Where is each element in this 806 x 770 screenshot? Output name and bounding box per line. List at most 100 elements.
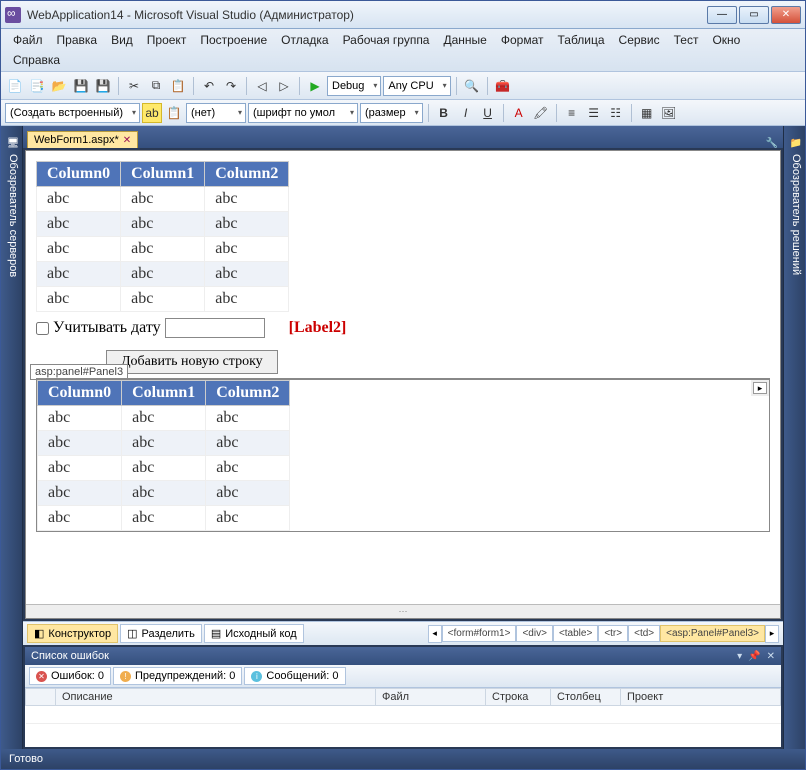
ordered-list-icon[interactable]: ☰ [584, 103, 604, 123]
left-side-tabs: 🖥Обозреватель серверов 🧰Панель элементов [1, 126, 23, 749]
close-tab-icon[interactable]: ✕ [123, 135, 131, 146]
bg-color-icon[interactable]: 🖍 [531, 103, 551, 123]
menu-table[interactable]: Таблица [551, 31, 610, 49]
rule-combo[interactable]: (нет) [186, 103, 246, 123]
gridview-1[interactable]: Column0 Column1 Column2 abcabcabc abcabc… [36, 161, 289, 312]
nav-back-icon[interactable]: ◁ [252, 76, 272, 96]
highlight-icon[interactable]: ab [142, 103, 162, 123]
menu-format[interactable]: Формат [495, 31, 550, 49]
dropdown-icon[interactable]: ▾ [737, 651, 742, 662]
font-combo[interactable]: (шрифт по умол [248, 103, 358, 123]
menu-test[interactable]: Тест [668, 31, 705, 49]
menu-help[interactable]: Справка [7, 51, 66, 69]
font-size-combo[interactable]: (размер [360, 103, 423, 123]
warnings-tab[interactable]: !Предупреждений: 0 [113, 667, 242, 685]
menu-tools[interactable]: Сервис [613, 31, 666, 49]
start-debug-icon[interactable]: ▶ [305, 76, 325, 96]
solution-explorer-tab[interactable]: 📁Обозреватель решений [789, 132, 803, 743]
insert-image-icon[interactable]: 🖼 [659, 103, 679, 123]
designer-surface: Column0 Column1 Column2 abcabcabc abcabc… [25, 150, 781, 619]
pin-icon[interactable]: 📌 [748, 651, 760, 662]
col-line[interactable]: Строка [486, 689, 551, 706]
insert-table-icon[interactable]: ▦ [637, 103, 657, 123]
undo-icon[interactable]: ↶ [199, 76, 219, 96]
info-icon: i [251, 671, 262, 682]
minimize-button[interactable]: — [707, 6, 737, 24]
table-row: abcabcabc [38, 506, 290, 531]
breadcrumb-prev-icon[interactable]: ◂ [428, 625, 442, 643]
gridview-2[interactable]: Column0 Column1 Column2 abcabcabc abcabc… [37, 380, 290, 531]
menu-build[interactable]: Построение [194, 31, 273, 49]
messages-tab[interactable]: iСообщений: 0 [244, 667, 345, 685]
bold-icon[interactable]: B [434, 103, 454, 123]
col-file[interactable]: Файл [376, 689, 486, 706]
statusbar: Готово [1, 749, 805, 769]
server-explorer-tab[interactable]: 🖥Обозреватель серверов [6, 132, 20, 743]
col-project[interactable]: Проект [621, 689, 781, 706]
consider-date-checkbox[interactable] [36, 322, 49, 335]
unordered-list-icon[interactable]: ☷ [606, 103, 626, 123]
menu-edit[interactable]: Правка [51, 31, 104, 49]
add-row-button[interactable]: Добавить новую строку [106, 350, 278, 374]
horizontal-scrollbar[interactable]: ⋯ [26, 604, 780, 618]
warning-icon: ! [120, 671, 131, 682]
css-class-icon[interactable]: 📋 [164, 103, 184, 123]
paste-icon[interactable]: 📋 [168, 76, 188, 96]
add-item-icon[interactable]: 📑 [27, 76, 47, 96]
new-project-icon[interactable]: 📄 [5, 76, 25, 96]
redo-icon[interactable]: ↷ [221, 76, 241, 96]
table-row: abcabcabc [37, 187, 289, 212]
breadcrumb-form[interactable]: <form#form1> [442, 625, 517, 642]
breadcrumb-tr[interactable]: <tr> [598, 625, 628, 642]
open-file-icon[interactable]: 📂 [49, 76, 69, 96]
tab-webform1[interactable]: WebForm1.aspx* ✕ [27, 131, 138, 148]
breadcrumb-td[interactable]: <td> [628, 625, 660, 642]
split-view-button[interactable]: ◫Разделить [120, 624, 202, 643]
copy-icon[interactable]: ⧉ [146, 76, 166, 96]
italic-icon[interactable]: I [456, 103, 476, 123]
breadcrumb-panel[interactable]: <asp:Panel#Panel3> [660, 625, 765, 642]
design-view-button[interactable]: ◧Конструктор [27, 624, 118, 643]
grid1-header-0: Column0 [37, 162, 121, 187]
menu-view[interactable]: Вид [105, 31, 139, 49]
maximize-button[interactable]: ▭ [739, 6, 769, 24]
menu-window[interactable]: Окно [706, 31, 746, 49]
col-description[interactable]: Описание [56, 689, 376, 706]
table-row: abcabcabc [37, 287, 289, 312]
find-icon[interactable]: 🔍 [462, 76, 482, 96]
source-view-button[interactable]: ▤Исходный код [204, 624, 304, 643]
menu-debug[interactable]: Отладка [275, 31, 334, 49]
style-combo[interactable]: (Создать встроенный) [5, 103, 140, 123]
toolbox-icon[interactable]: 🧰 [493, 76, 513, 96]
col-icon[interactable] [26, 689, 56, 706]
underline-icon[interactable]: U [478, 103, 498, 123]
close-button[interactable]: ✕ [771, 6, 801, 24]
date-textbox[interactable] [165, 318, 265, 338]
label2[interactable]: [Label2] [289, 319, 347, 337]
align-left-icon[interactable]: ≡ [562, 103, 582, 123]
breadcrumb-div[interactable]: <div> [516, 625, 552, 642]
design-icon: ◧ [34, 627, 44, 640]
tab-label: WebForm1.aspx* [34, 134, 119, 146]
cut-icon[interactable]: ✂ [124, 76, 144, 96]
menu-team[interactable]: Рабочая группа [337, 31, 436, 49]
smart-tag-icon[interactable]: ▸ [753, 382, 767, 394]
error-list-panel: Список ошибок ▾ 📌 ✕ ✕Ошибок: 0 !Предупре… [25, 647, 781, 747]
table-row: abcabcabc [37, 212, 289, 237]
save-icon[interactable]: 💾 [71, 76, 91, 96]
solution-config-combo[interactable]: Debug [327, 76, 381, 96]
menu-file[interactable]: Файл [7, 31, 49, 49]
breadcrumb-table[interactable]: <table> [553, 625, 598, 642]
menu-data[interactable]: Данные [437, 31, 492, 49]
solution-platform-combo[interactable]: Any CPU [383, 76, 450, 96]
errors-tab[interactable]: ✕Ошибок: 0 [29, 667, 111, 685]
save-all-icon[interactable]: 💾 [93, 76, 113, 96]
col-column[interactable]: Столбец [551, 689, 621, 706]
table-row: abcabcabc [37, 237, 289, 262]
nav-forward-icon[interactable]: ▷ [274, 76, 294, 96]
titlebar: WebApplication14 - Microsoft Visual Stud… [1, 1, 805, 29]
font-color-icon[interactable]: A [509, 103, 529, 123]
table-row: abcabcabc [38, 481, 290, 506]
menu-project[interactable]: Проект [141, 31, 193, 49]
status-text: Готово [9, 753, 43, 765]
